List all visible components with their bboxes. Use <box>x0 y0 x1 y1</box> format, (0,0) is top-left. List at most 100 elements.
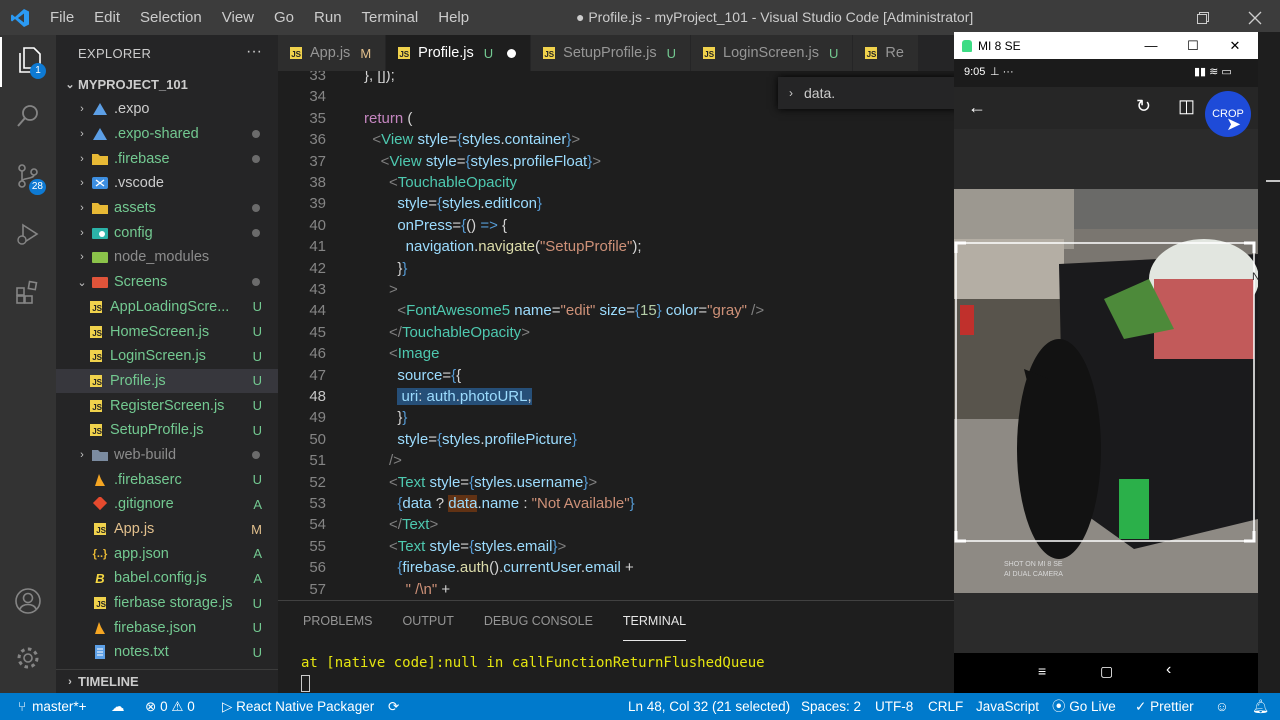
line-endings[interactable]: CRLF <box>928 693 963 720</box>
source-control-activity[interactable]: 28 <box>0 153 56 203</box>
list-item[interactable]: JS SetupProfile.js U <box>56 418 278 443</box>
close-window-icon[interactable] <box>1230 0 1280 35</box>
project-name: MYPROJECT_101 <box>78 76 188 92</box>
list-item[interactable]: › .vscode <box>56 171 278 196</box>
problems-indicator[interactable]: ⊗ 0 ⚠ 0 <box>145 693 195 720</box>
accounts-activity[interactable] <box>0 578 56 628</box>
menu-terminal[interactable]: Terminal <box>352 0 429 35</box>
maximize-icon[interactable]: ☐ <box>1172 32 1214 59</box>
list-item[interactable]: firebase.json U <box>56 615 278 640</box>
back-nav-icon[interactable]: ‹ <box>1166 661 1171 679</box>
git-status-badge: U <box>252 398 262 414</box>
back-arrow-icon[interactable]: ← <box>968 97 986 118</box>
play-icon: ▷ <box>222 699 237 714</box>
line-number: 42 <box>309 259 326 277</box>
file-icon: JS <box>86 348 106 364</box>
editor-scrollbar[interactable] <box>1258 32 1280 693</box>
find-widget[interactable]: › data. <box>778 77 954 109</box>
list-item[interactable]: JS App.js M <box>56 517 278 542</box>
run-debug-activity[interactable] <box>0 211 56 261</box>
menu-go[interactable]: Go <box>264 0 304 35</box>
find-input[interactable]: data. <box>804 85 835 101</box>
list-item[interactable]: › node_modules <box>56 245 278 270</box>
encoding[interactable]: UTF-8 <box>875 693 913 720</box>
code-text: <TouchableOpacity <box>364 174 518 191</box>
more-actions-icon[interactable]: ··· <box>246 43 262 61</box>
menu-nav-icon[interactable]: ≡ <box>1038 663 1046 679</box>
git-status-badge: U <box>252 324 262 340</box>
list-item[interactable]: JS Profile.js U <box>56 368 278 394</box>
android-nav-bar: ≡ ▢ ‹ <box>954 653 1258 693</box>
tab-problems[interactable]: PROBLEMS <box>303 601 372 641</box>
list-item[interactable]: JS RegisterScreen.js U <box>56 393 278 418</box>
menu-edit[interactable]: Edit <box>84 0 130 35</box>
flip-icon[interactable]: ◫ <box>1178 96 1195 117</box>
project-folder[interactable]: ⌄ MYPROJECT_101 <box>56 71 278 97</box>
menu-help[interactable]: Help <box>428 0 479 35</box>
restore-window-icon[interactable] <box>1178 0 1228 35</box>
menu-view[interactable]: View <box>212 0 264 35</box>
chevron-right-icon[interactable]: › <box>778 86 804 100</box>
rotate-icon[interactable]: ↻ <box>1136 96 1151 117</box>
list-item[interactable]: JS fierbase storage.js U <box>56 591 278 616</box>
tree-item-label: app.json <box>114 545 169 562</box>
tab-terminal[interactable]: TERMINAL <box>622 601 687 641</box>
unsaved-dot-icon[interactable] <box>507 48 517 58</box>
cursor-position[interactable]: Ln 48, Col 32 (21 selected) <box>628 693 790 720</box>
menu-run[interactable]: Run <box>304 0 352 35</box>
list-item[interactable]: JS HomeScreen.js U <box>56 319 278 344</box>
list-item[interactable]: Bbabel.config.js A <box>56 566 278 591</box>
indentation[interactable]: Spaces: 2 <box>801 693 861 720</box>
extensions-activity[interactable] <box>0 269 56 319</box>
tab-loginscreen-js[interactable]: JS LoginScreen.js U <box>691 35 854 71</box>
tab-truncated[interactable]: JS Re <box>853 35 919 71</box>
list-item[interactable]: › config <box>56 220 278 245</box>
tree-item-label: SetupProfile.js <box>110 422 204 439</box>
close-icon[interactable]: ✕ <box>1214 32 1256 59</box>
tree-item-label: babel.config.js <box>114 570 207 587</box>
list-item[interactable]: › .firebase <box>56 146 278 171</box>
menu-file[interactable]: File <box>40 0 84 35</box>
tab-setupprofile-js[interactable]: JS SetupProfile.js U <box>531 35 692 71</box>
list-item[interactable]: JS LoginScreen.js U <box>56 344 278 369</box>
timeline-label: TIMELINE <box>78 674 139 689</box>
list-item[interactable]: JS AppLoadingScre... U <box>56 295 278 320</box>
feedback-icon[interactable]: ☺ <box>1215 693 1229 720</box>
crop-canvas: Nat SHOT ON MI 8 SE AI DUAL CAMERA <box>954 129 1269 653</box>
language-mode[interactable]: JavaScript <box>976 693 1039 720</box>
list-item[interactable]: › assets <box>56 196 278 221</box>
git-status-badge: A <box>253 546 262 562</box>
prettier-button[interactable]: ✓ Prettier <box>1135 693 1194 720</box>
refresh-icon[interactable]: ⟳ <box>388 693 399 720</box>
list-item[interactable]: notes.txt U <box>56 640 278 665</box>
list-item[interactable]: › .expo-shared <box>56 122 278 147</box>
tab-app-js[interactable]: JS App.js M <box>278 35 387 71</box>
timeline-section[interactable]: › TIMELINE <box>56 669 278 693</box>
go-live-button[interactable]: ⦿ Go Live <box>1052 693 1116 720</box>
bell-icon[interactable]: 🔔︎ <box>1252 693 1269 720</box>
code-text: " /\n" + <box>364 580 451 598</box>
list-item[interactable]: {..} app.json A <box>56 541 278 566</box>
manage-activity[interactable] <box>0 635 56 685</box>
search-activity[interactable] <box>0 93 56 143</box>
tab-profile-js[interactable]: JS Profile.js U <box>386 35 532 71</box>
list-item[interactable]: › web-build <box>56 443 278 468</box>
tab-label: App.js <box>310 45 351 61</box>
branch-indicator[interactable]: ⑂ master*+ <box>18 693 87 720</box>
explorer-activity[interactable]: 1 <box>0 37 56 87</box>
tab-output[interactable]: OUTPUT <box>402 601 453 641</box>
list-item[interactable]: .firebaserc U <box>56 467 278 492</box>
list-item[interactable]: ⌄ Screens <box>56 270 278 295</box>
minimize-icon[interactable]: — <box>1130 32 1172 59</box>
menu-bar: File Edit Selection View Go Run Terminal… <box>40 0 479 35</box>
sync-icon[interactable]: ☁ <box>111 693 125 720</box>
phone-mirror-window: MI 8 SE — ☐ ✕ 9:05 ⊥ ··· ▮▮ ≋ ▭ ← ↻ ◫ SH… <box>954 32 1269 693</box>
tab-debug-console[interactable]: DEBUG CONSOLE <box>484 601 593 641</box>
code-editor[interactable]: 33}, []); 34 35 return ( 36 <View style={… <box>278 71 954 600</box>
menu-selection[interactable]: Selection <box>130 0 212 35</box>
packager-status[interactable]: ▷ React Native Packager <box>222 693 374 720</box>
list-item[interactable]: .gitignore A <box>56 492 278 517</box>
home-nav-icon[interactable]: ▢ <box>1100 663 1113 680</box>
list-item[interactable]: › .expo <box>56 97 278 122</box>
terminal-cursor[interactable] <box>301 675 310 692</box>
